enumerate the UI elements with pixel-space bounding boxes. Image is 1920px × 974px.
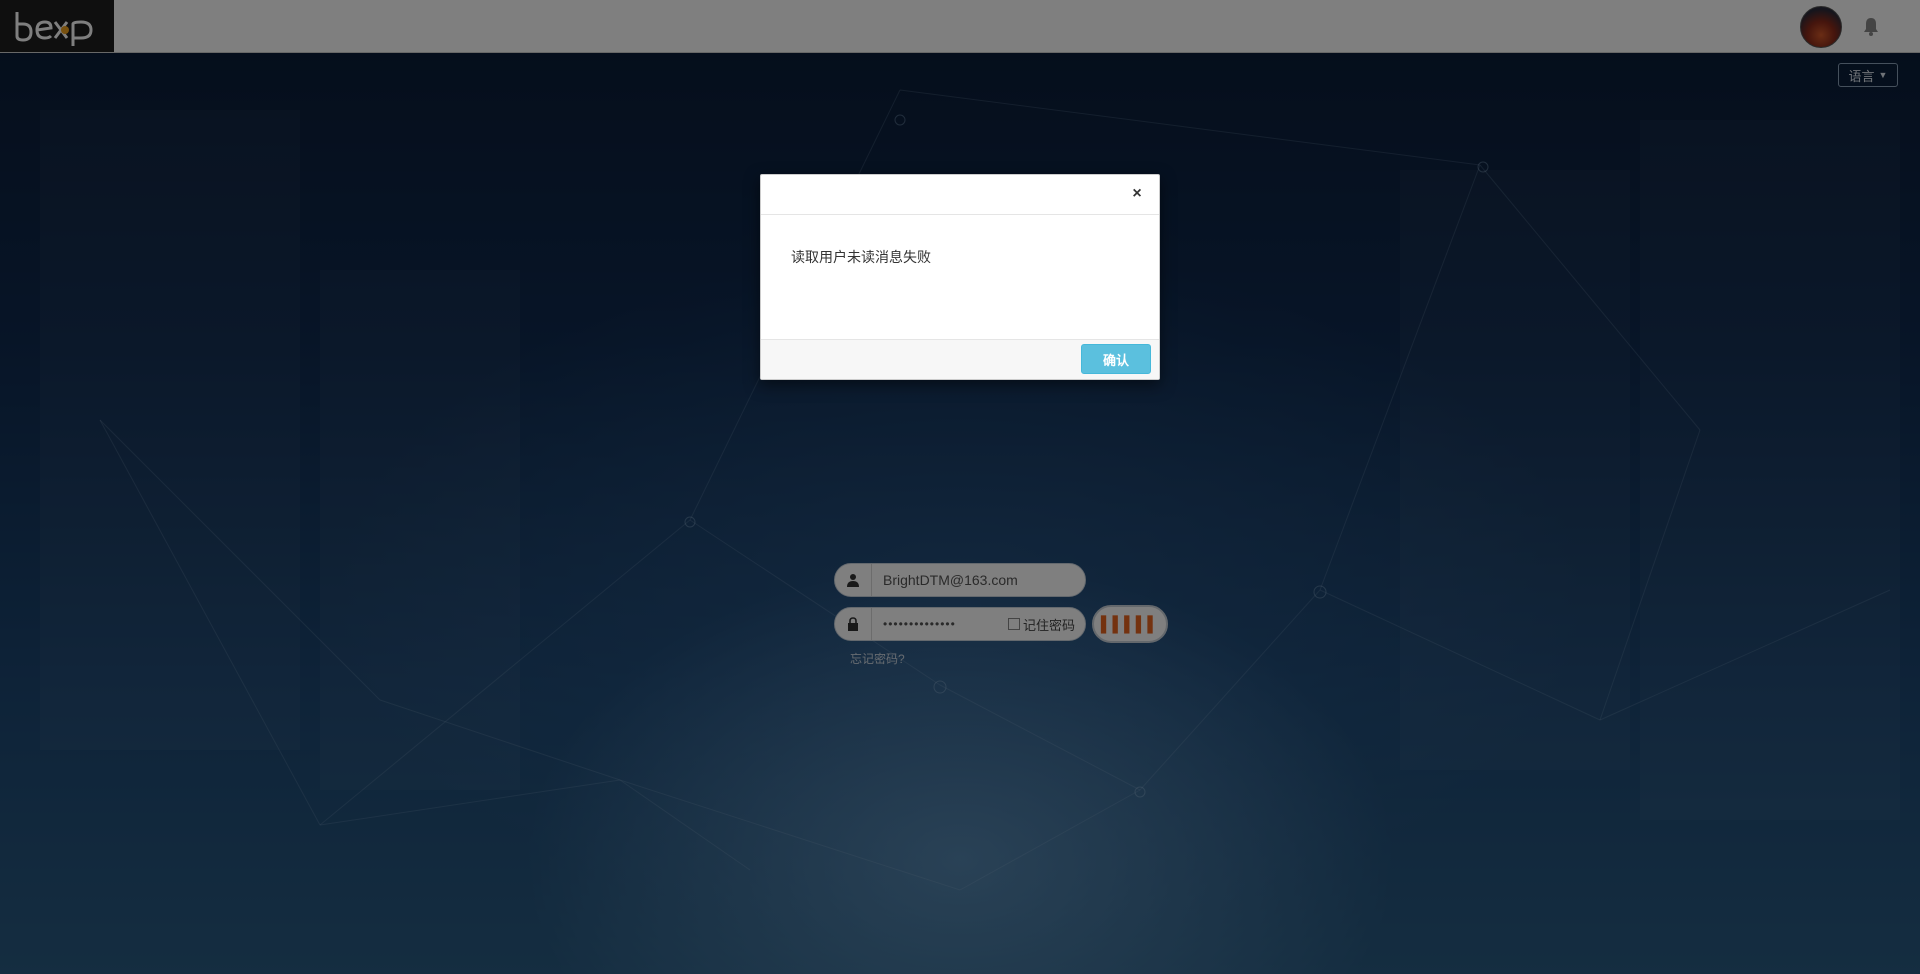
close-icon[interactable]: × <box>1129 185 1145 203</box>
dialog-header: × <box>761 175 1159 215</box>
alert-dialog: × 读取用户未读消息失败 确认 <box>760 174 1160 380</box>
confirm-button-label: 确认 <box>1102 352 1129 368</box>
dialog-footer: 确认 <box>761 339 1159 379</box>
confirm-button[interactable]: 确认 <box>1081 344 1151 374</box>
dialog-message: 读取用户未读消息失败 <box>791 249 931 265</box>
modal-backdrop[interactable] <box>0 0 1920 974</box>
